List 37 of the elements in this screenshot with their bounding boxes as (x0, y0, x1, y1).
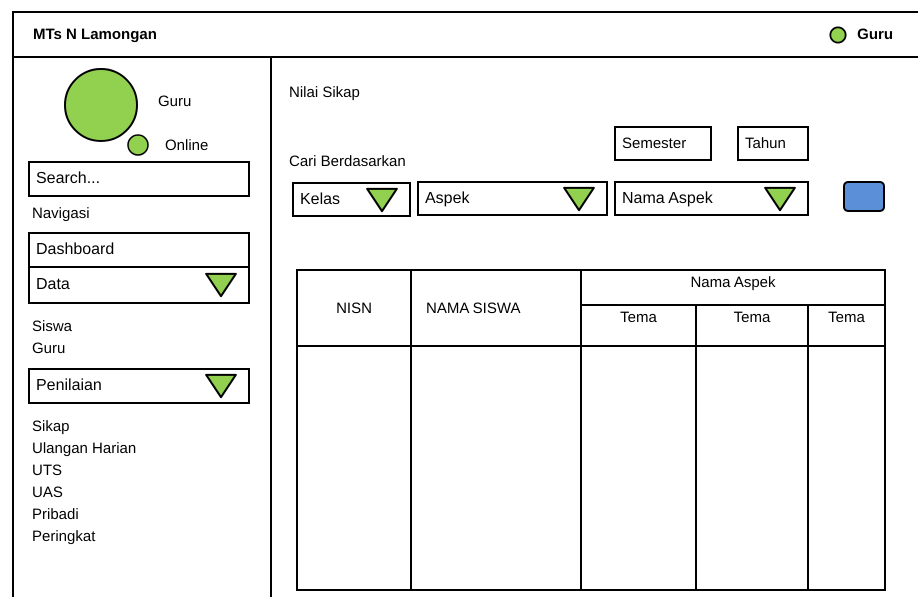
nav-heading: Navigasi (32, 205, 91, 222)
column-header: Tema (696, 305, 808, 346)
nav-subitem[interactable]: UTS (32, 460, 270, 482)
dropdown-arrow-icon (204, 373, 238, 399)
search-field[interactable]: Search... (28, 161, 250, 197)
nav-subitem[interactable]: Sikap (32, 416, 270, 438)
dropdown-arrow-icon (562, 186, 596, 212)
filter-dropdown[interactable]: Nama Aspek (614, 181, 809, 216)
filter-label: Cari Berdasarkan (289, 153, 407, 170)
column-header: NISN (297, 270, 411, 346)
column-header: Tema (581, 305, 696, 346)
nav-subitem[interactable]: Guru (32, 338, 270, 360)
filter-dropdown[interactable]: Aspek (417, 181, 608, 216)
nav-dropdown[interactable]: Penilaian (28, 368, 250, 404)
status-dot-icon (829, 26, 848, 44)
user-role: Guru (158, 93, 192, 110)
column-header: Tema (808, 305, 885, 346)
nav-subitem[interactable]: Ulangan Harian (32, 438, 270, 460)
app-title: MTs N Lamongan (33, 26, 158, 43)
period-field[interactable]: Semester (614, 126, 712, 161)
dropdown-arrow-icon (204, 272, 238, 298)
nav-dropdown[interactable]: Data (28, 268, 250, 304)
page-title: Nilai Sikap (289, 84, 361, 101)
period-field[interactable]: Tahun (737, 126, 809, 161)
column-header: NAMA SISWA (411, 270, 581, 346)
nav-subitem[interactable]: Siswa (32, 316, 270, 338)
status-label: Online (165, 137, 208, 154)
dropdown-arrow-icon (365, 186, 399, 212)
nav-item[interactable]: Dashboard (28, 232, 250, 268)
search-button[interactable] (843, 181, 885, 212)
column-group-header: Nama Aspek (581, 270, 885, 305)
nav-subitem[interactable]: Peringkat (32, 526, 270, 548)
dropdown-arrow-icon (763, 186, 797, 212)
nav-subitem[interactable]: UAS (32, 482, 270, 504)
user-name: Guru (857, 26, 893, 43)
filter-dropdown[interactable]: Kelas (292, 182, 411, 217)
nav-subitem[interactable]: Pribadi (32, 504, 270, 526)
